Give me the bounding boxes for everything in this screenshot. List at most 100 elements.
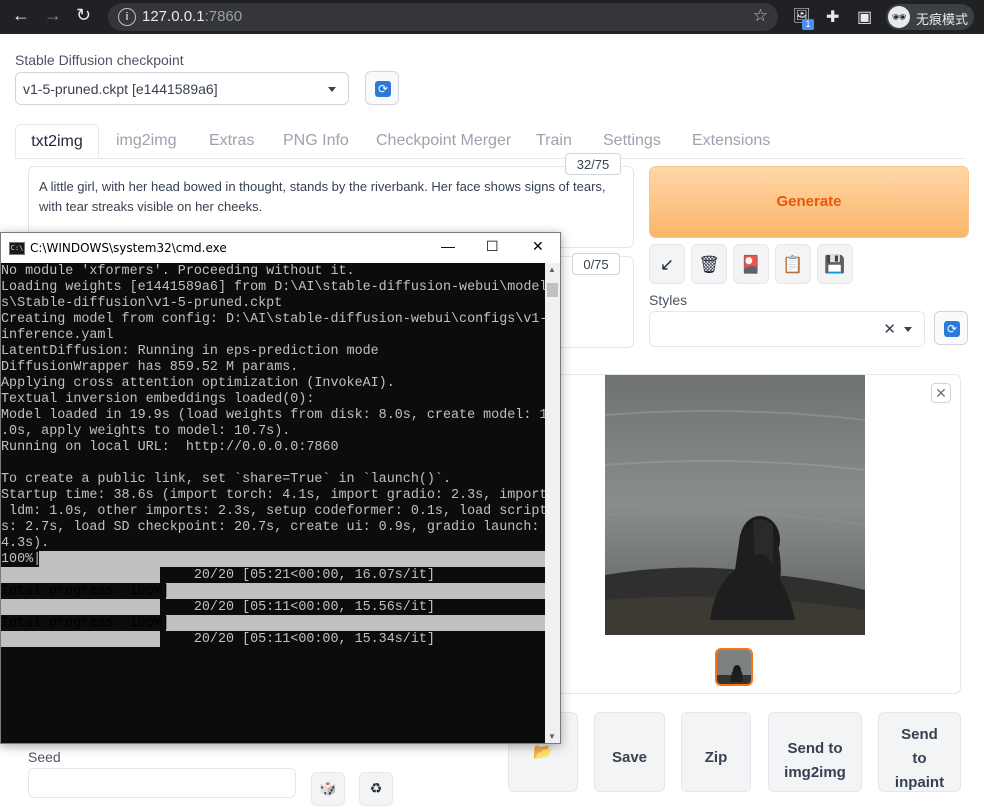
cmd-line: LatentDiffusion: Running in eps-predicti… [1, 344, 379, 359]
cmd-line: Total progress: 100%| [1, 616, 170, 631]
close-icon[interactable]: ✕ [532, 238, 544, 255]
dice-icon: 🎲 [319, 780, 337, 796]
send-to-img2img-button[interactable]: Send to img2img [768, 712, 862, 792]
forward-icon[interactable]: → [44, 5, 62, 26]
tab-txt2img[interactable]: txt2img [15, 124, 99, 158]
main-tabs: txt2img img2img Extras PNG Info Checkpoi… [15, 124, 965, 159]
send-to-inpaint-button[interactable]: Send to inpaint [878, 712, 961, 792]
cmd-line: To create a public link, set `share=True… [1, 472, 451, 487]
cmd-line: 20/20 [05:21<00:00, 16.07s/it] [1, 568, 435, 583]
checkpoint-value: v1-5-pruned.ckpt [e1441589a6] [23, 81, 218, 97]
incognito-profile[interactable]: 🕶 无痕模式 [886, 4, 974, 30]
cmd-line: 20/20 [05:11<00:00, 15.34s/it] [1, 632, 435, 647]
apply-style-button[interactable]: 📋 [775, 244, 811, 284]
reuse-seed-button[interactable]: ♻ [359, 772, 393, 806]
cmd-line: 20/20 [05:11<00:00, 15.56s/it] [1, 600, 435, 615]
trash-button[interactable]: 🗑 [691, 244, 727, 284]
checkpoint-dropdown[interactable]: v1-5-pruned.ckpt [e1441589a6] [15, 72, 349, 105]
save-button[interactable]: Save [594, 712, 665, 792]
cmd-line: Total progress: 100%| [1, 584, 170, 599]
cmd-line: Textual inversion embeddings loaded(0): [1, 392, 315, 407]
send-to-inpaint-label-2: to [912, 750, 927, 767]
prompt-text: A little girl, with her head bowed in th… [39, 179, 606, 214]
seed-input[interactable] [28, 768, 296, 798]
generate-button[interactable]: Generate [649, 166, 969, 238]
seed-label: Seed [28, 749, 61, 765]
url-text[interactable]: 127.0.0.1:7860 [142, 8, 242, 25]
recycle-icon: ♻ [369, 780, 383, 796]
cmd-line: 100%| [1, 552, 42, 567]
cmd-line: Creating model from config: D:\AI\stable… [1, 312, 545, 327]
scroll-down-icon[interactable]: ▼ [548, 732, 556, 741]
chevron-down-icon [904, 327, 912, 332]
cmd-titlebar[interactable]: C:\ C:\WINDOWS\system32\cmd.exe — ☐ ✕ [1, 233, 560, 263]
cmd-line: Running on local URL: http://0.0.0.0:786… [1, 440, 339, 455]
cmd-line: Loading weights [e1441589a6] from D:\AI\… [1, 280, 545, 295]
extension-badge: 1 [802, 19, 814, 30]
cmd-line: ldm: 1.0s, other imports: 2.3s, setup co… [1, 504, 545, 519]
minimize-icon[interactable]: — [441, 238, 455, 254]
read-params-button[interactable]: ↙ [649, 244, 685, 284]
tab-png-info[interactable]: PNG Info [283, 124, 349, 158]
output-gallery: ✕ [508, 374, 961, 694]
cmd-console[interactable]: No module 'xformers'. Proceeding without… [1, 263, 545, 743]
negative-token-counter: 0/75 [572, 253, 620, 275]
cmd-icon: C:\ [9, 242, 25, 255]
send-to-img2img-label-2: img2img [784, 764, 846, 781]
cmd-line: 4.3s). [1, 536, 50, 551]
url-host: 127.0.0.1 [142, 8, 205, 25]
checkpoint-refresh-button[interactable]: ⟳ [365, 71, 399, 105]
gallery-thumbnail[interactable] [715, 648, 753, 686]
puzzle-extensions-icon[interactable]: ✚ [826, 7, 839, 27]
cmd-title: C:\WINDOWS\system32\cmd.exe [30, 241, 227, 255]
send-to-inpaint-label-3: inpaint [894, 774, 945, 791]
cmd-line: Startup time: 38.6s (import torch: 4.1s,… [1, 488, 545, 503]
clear-icon[interactable]: ✕ [883, 320, 896, 338]
back-icon[interactable]: ← [12, 5, 30, 26]
scroll-up-icon[interactable]: ▲ [548, 265, 556, 274]
zip-button[interactable]: Zip [681, 712, 751, 792]
cmd-line: Applying cross attention optimization (I… [1, 376, 395, 391]
send-to-img2img-label-1: Send to [787, 740, 843, 757]
browser-toolbar: ← → ↻ i 127.0.0.1:7860 ☆ 🖼 1 ✚ ▣ 🕶 无痕模式 [0, 0, 984, 34]
address-bar[interactable]: i 127.0.0.1:7860 ☆ [108, 3, 778, 31]
cmd-line: s\Stable-diffusion\v1-5-pruned.ckpt [1, 296, 283, 311]
cmd-line: inference.yaml [1, 328, 114, 343]
checkpoint-label: Stable Diffusion checkpoint [15, 52, 184, 68]
random-seed-button[interactable]: 🎲 [311, 772, 345, 806]
send-to-inpaint-label-1: Send [901, 726, 938, 743]
extra-networks-button[interactable]: 🎴 [733, 244, 769, 284]
incognito-label: 无痕模式 [916, 12, 969, 27]
cmd-line: s: 2.7s, load SD checkpoint: 20.7s, crea… [1, 520, 540, 535]
cmd-line: No module 'xformers'. Proceeding without… [1, 264, 355, 279]
generated-image[interactable] [605, 375, 865, 635]
tab-img2img[interactable]: img2img [116, 124, 176, 158]
url-port: :7860 [204, 8, 243, 25]
close-icon[interactable]: ✕ [931, 383, 951, 403]
tab-extras[interactable]: Extras [209, 124, 254, 158]
styles-label: Styles [649, 292, 688, 308]
tab-extensions[interactable]: Extensions [692, 124, 770, 158]
refresh-icon: ⟳ [375, 81, 391, 97]
styles-refresh-button[interactable]: ⟳ [934, 311, 968, 345]
maximize-icon[interactable]: ☐ [486, 238, 499, 255]
refresh-icon: ⟳ [944, 321, 960, 337]
cmd-scrollbar[interactable]: ▲ ▼ [545, 263, 560, 743]
save-style-button[interactable]: 💾 [817, 244, 853, 284]
tab-checkpoint-merger[interactable]: Checkpoint Merger [376, 124, 511, 158]
cmd-line: Model loaded in 19.9s (load weights from… [1, 408, 545, 423]
cmd-window[interactable]: C:\ C:\WINDOWS\system32\cmd.exe — ☐ ✕ No… [0, 232, 561, 744]
site-info-icon[interactable]: i [118, 8, 136, 26]
cmd-line: DiffusionWrapper has 859.52 M params. [1, 360, 299, 375]
side-panel-icon[interactable]: ▣ [857, 7, 872, 27]
styles-dropdown[interactable]: ✕ [649, 311, 925, 347]
chevron-down-icon [328, 87, 336, 92]
scrollbar-thumb[interactable] [547, 283, 558, 297]
incognito-icon: 🕶 [888, 6, 910, 28]
folder-icon: 📂 [533, 744, 553, 761]
reload-icon[interactable]: ↻ [76, 5, 91, 26]
prompt-token-counter: 32/75 [565, 153, 621, 175]
cmd-line [1, 456, 545, 472]
cmd-line: .0s, apply weights to model: 10.7s). [1, 424, 291, 439]
bookmark-star-icon[interactable]: ☆ [753, 6, 768, 26]
